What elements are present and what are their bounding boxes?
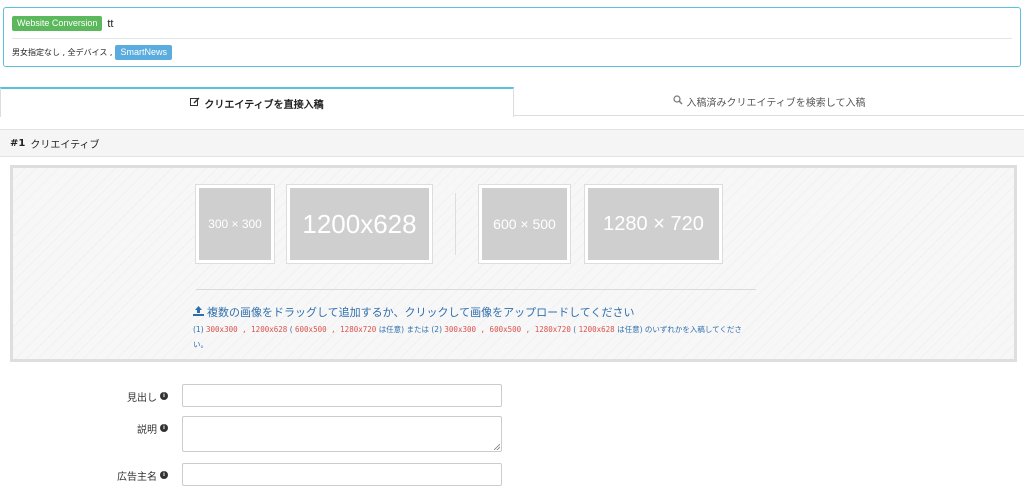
platform-badge: SmartNews [115, 44, 172, 60]
creative-section-header: #1 クリエイティブ [0, 129, 1024, 157]
placeholder-separator [455, 193, 456, 255]
creative-tabs: クリエイティブを直接入稿 入稿済みクリエイティブを検索して入稿 [0, 87, 1024, 117]
info-icon[interactable]: i [160, 471, 168, 479]
section-number: #1 [10, 137, 26, 149]
headline-label: 見出し i [127, 384, 168, 408]
description-label: 説明 i [137, 416, 168, 440]
upload-text: 複数の画像をドラッグして追加するか、クリックして画像をアップロードしてください [207, 306, 635, 319]
placeholder-300x300: 300 × 300 [196, 185, 274, 263]
tab-label: 入稿済みクリエイティブを検索して入稿 [686, 98, 866, 109]
headline-input[interactable] [182, 384, 502, 407]
campaign-divider [12, 38, 1012, 39]
headline-row: 見出し i [0, 384, 520, 408]
edit-icon [190, 97, 200, 110]
placeholder-1280x720: 1280 × 720 [585, 185, 722, 263]
tab-label: クリエイティブを直接入稿 [204, 99, 324, 111]
info-icon[interactable]: i [160, 392, 168, 400]
placeholder-1200x628: 1200x628 [287, 185, 432, 263]
tab-search-existing[interactable]: 入稿済みクリエイティブを検索して入稿 [514, 87, 1024, 116]
objective-badge: Website Conversion [12, 16, 103, 31]
dropzone-divider [196, 289, 756, 290]
advertiser-row: 広告主名 i [0, 463, 520, 487]
search-icon [672, 95, 683, 108]
description-row: 説明 i [0, 416, 520, 452]
resize-handle[interactable] [494, 444, 500, 450]
advertiser-input[interactable] [182, 463, 502, 486]
image-dropzone[interactable]: 300 × 300 1200x628 600 × 500 1280 × 720 … [10, 165, 1017, 362]
upload-instruction[interactable]: 複数の画像をドラッグして追加するか、クリックして画像をアップロードしてください [193, 304, 634, 320]
campaign-name: tt [107, 17, 114, 30]
placeholder-600x500: 600 × 500 [479, 185, 570, 263]
tab-direct-upload[interactable]: クリエイティブを直接入稿 [0, 87, 514, 117]
section-title: クリエイティブ [30, 139, 100, 151]
size-rule-text: (1) 300x300 , 1200x628 ( 600x500 , 1280x… [193, 325, 742, 349]
advertiser-label: 広告主名 i [117, 463, 168, 487]
info-icon[interactable]: i [160, 424, 168, 432]
campaign-targeting-row: 男女指定なし , 全デバイス , SmartNews [12, 44, 172, 60]
description-textarea[interactable] [182, 416, 502, 452]
campaign-title-row: Website Conversion tt [12, 16, 114, 31]
upload-icon [193, 305, 204, 319]
targeting-text: 男女指定なし , 全デバイス , [12, 47, 113, 57]
campaign-summary: Website Conversion tt 男女指定なし , 全デバイス , S… [3, 7, 1021, 67]
